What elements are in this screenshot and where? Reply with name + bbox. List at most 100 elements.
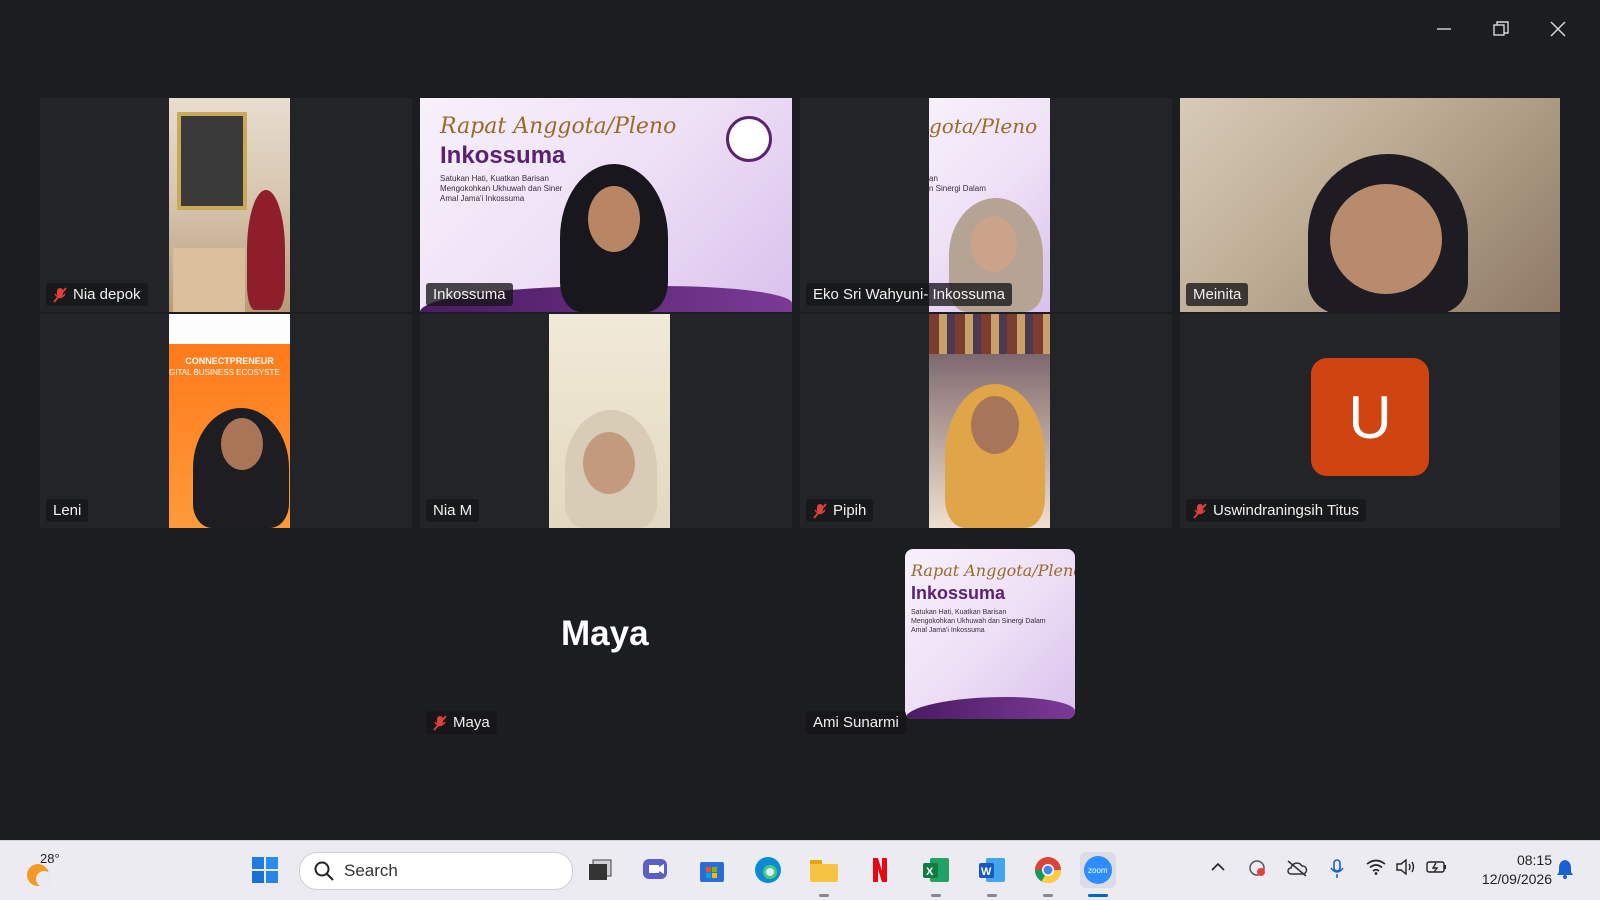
participant-tile-nia-depok[interactable]: Nia depok [40, 98, 412, 312]
participant-name: Pipih [833, 502, 867, 519]
shop-shelf [929, 314, 1050, 354]
window-controls [1415, 14, 1586, 44]
volume-icon [1396, 858, 1415, 876]
svg-text:X: X [926, 866, 934, 878]
windows-start-icon [252, 857, 278, 883]
start-button[interactable] [247, 852, 283, 888]
sync-alert-icon [1249, 860, 1265, 876]
slide-title: Rapat Anggota/Pleno [911, 561, 1075, 580]
slide-line-3: Amal Jama'i Inkossuma [440, 194, 525, 203]
participant-face [971, 216, 1017, 272]
participant-name-label: Nia depok [46, 283, 148, 306]
clock-date: 12/09/2026 [1481, 871, 1552, 887]
participant-tile-ami[interactable]: Rapat Anggota/Pleno Inkossuma Satukan Ha… [800, 546, 1172, 740]
slide-title-fragment: gota/Pleno [929, 114, 1038, 138]
participant-name: Leni [53, 502, 82, 519]
slide-line-2: Mengokohkan Ukhuwah dan Sinergi Dalam [911, 618, 1046, 625]
participant-name-label: Eko Sri Wahyuni- Inkossuma [806, 283, 1013, 306]
participant-figure [247, 190, 285, 310]
tray-app-button[interactable] [1248, 859, 1266, 880]
participant-video: gota/Pleno an n Sinergi Dalam [929, 98, 1050, 312]
bell-icon [1557, 860, 1573, 879]
slide-org: Inkossuma [911, 583, 1006, 603]
wifi-icon [1366, 859, 1386, 875]
muted-mic-icon [813, 502, 827, 519]
participant-tile-maya[interactable]: Maya Maya [420, 546, 792, 740]
participant-face [971, 396, 1019, 454]
chrome-button[interactable] [1030, 852, 1066, 888]
task-view-button[interactable] [582, 852, 618, 888]
participant-name: Eko Sri Wahyuni- Inkossuma [813, 286, 1006, 303]
participant-name-label: Ami Sunarmi [806, 711, 906, 734]
tray-overflow-button[interactable] [1210, 859, 1226, 878]
netflix-icon [873, 858, 887, 882]
windows-taskbar: 28° Search X W zoom 08:15 12/09/2026 [0, 840, 1600, 900]
taskbar-search[interactable]: Search [299, 852, 573, 890]
muted-mic-icon [53, 286, 67, 303]
tray-battery-button[interactable] [1426, 859, 1448, 878]
participant-video: CONNECTPRENEUR GITAL BUSINESS ECOSYSTE [169, 314, 290, 528]
participant-name: Uswindraningsih Titus [1213, 502, 1359, 519]
slide-wave [905, 697, 1075, 719]
svg-text:zoom: zoom [1088, 866, 1108, 875]
muted-mic-icon [433, 714, 447, 731]
participant-tile-eko[interactable]: gota/Pleno an n Sinergi Dalam Eko Sri Wa… [800, 98, 1172, 312]
tray-wifi-button[interactable] [1366, 859, 1386, 878]
edge-button[interactable] [750, 852, 786, 888]
excel-icon: X [923, 858, 949, 882]
teams-chat-icon [643, 859, 667, 879]
file-explorer-button[interactable] [806, 852, 842, 888]
task-view-icon [589, 859, 612, 880]
participant-tile-pipih[interactable]: Pipih [800, 314, 1172, 528]
running-indicator [987, 894, 997, 897]
tray-volume-button[interactable] [1396, 858, 1416, 878]
file-explorer-icon [810, 860, 838, 882]
excel-button[interactable]: X [918, 852, 954, 888]
participant-name: Ami Sunarmi [813, 714, 899, 731]
slide-fragment-2: n Sinergi Dalam [929, 184, 986, 193]
participant-tile-nia-m[interactable]: Nia M [420, 314, 792, 528]
participant-name: Inkossuma [433, 286, 506, 303]
participant-face [583, 432, 635, 494]
participant-video [169, 98, 290, 312]
cloud-off-icon [1287, 860, 1308, 877]
muted-mic-icon [1193, 502, 1207, 519]
zoom-icon: zoom [1084, 856, 1112, 884]
participant-display-name: Maya [561, 614, 649, 653]
running-indicator [819, 894, 829, 897]
taskbar-clock[interactable]: 08:15 12/09/2026 [1482, 851, 1552, 889]
close-button[interactable] [1529, 14, 1586, 44]
participant-name-label: Nia M [426, 499, 480, 522]
netflix-button[interactable] [862, 852, 898, 888]
close-icon [1549, 21, 1566, 37]
participant-tile-inkossuma[interactable]: Rapat Anggota/Pleno Inkossuma Satukan Ha… [420, 98, 792, 312]
tray-cloud-button[interactable] [1286, 859, 1308, 880]
participant-name-label: Inkossuma [426, 283, 513, 306]
participant-tile-meinita[interactable]: Meinita [1180, 98, 1560, 312]
svg-text:W: W [981, 866, 992, 878]
microsoft-store-button[interactable] [694, 852, 730, 888]
participant-name: Nia depok [73, 286, 141, 303]
zoom-button[interactable]: zoom [1080, 852, 1116, 888]
running-indicator [931, 894, 941, 897]
restore-button[interactable] [1472, 14, 1529, 44]
word-button[interactable]: W [974, 852, 1010, 888]
participant-video [1180, 98, 1560, 312]
wall-frame [177, 112, 247, 210]
minimize-button[interactable] [1415, 14, 1472, 44]
weather-temp: 28° [40, 851, 60, 866]
participant-face [588, 186, 640, 252]
participant-face [1330, 184, 1442, 294]
search-icon [314, 861, 334, 881]
participant-avatar: U [1311, 358, 1429, 476]
notifications-button[interactable] [1556, 859, 1574, 882]
battery-charging-icon [1426, 861, 1446, 873]
teams-chat-button[interactable] [638, 852, 674, 888]
participant-tile-uswin[interactable]: U Uswindraningsih Titus [1180, 314, 1560, 528]
participant-tile-leni[interactable]: CONNECTPRENEUR GITAL BUSINESS ECOSYSTE L… [40, 314, 412, 528]
side-table [173, 248, 245, 312]
tray-mic-button[interactable] [1330, 859, 1344, 882]
participant-face [221, 418, 263, 470]
restore-icon [1492, 21, 1509, 36]
participant-name-label: Leni [46, 499, 89, 522]
